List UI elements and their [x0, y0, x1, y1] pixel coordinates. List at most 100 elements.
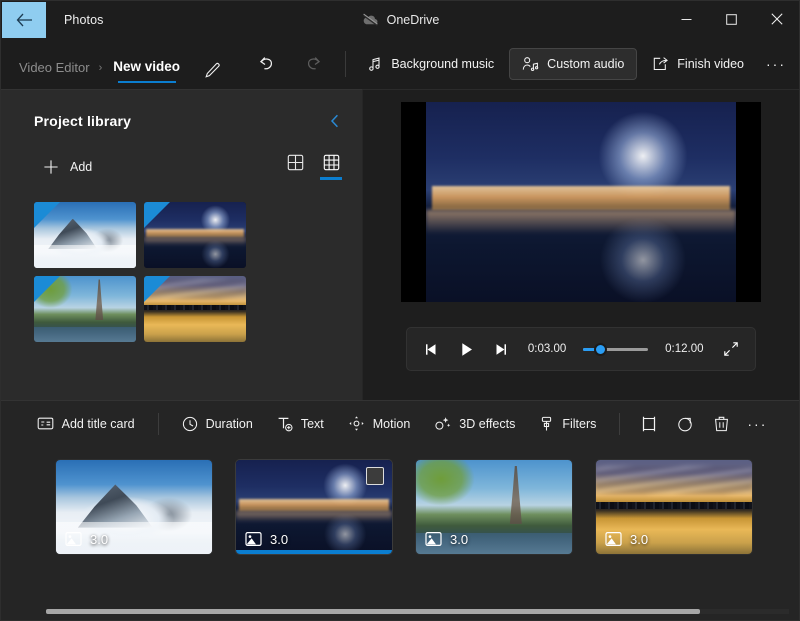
video-preview-frame-art [426, 102, 736, 302]
rotate-button[interactable] [668, 409, 702, 439]
undo-button[interactable] [251, 49, 281, 79]
library-thumbnail-grid [1, 180, 341, 342]
storyboard-horizontal-scrollbar[interactable] [46, 609, 789, 614]
storyboard-card-badge: 3.0 [425, 531, 468, 547]
next-frame-button[interactable] [490, 336, 511, 362]
expand-diagonal-icon [723, 342, 738, 356]
storyboard-divider [619, 412, 621, 435]
rotate-icon [678, 417, 693, 431]
command-bar-divider [345, 51, 347, 77]
selection-corner-flag-icon [144, 275, 170, 302]
close-icon [770, 13, 783, 25]
maximize-button[interactable] [709, 1, 754, 37]
add-media-button[interactable]: Add [41, 155, 100, 179]
delete-trash-icon [714, 416, 728, 431]
onedrive-label: OneDrive [386, 13, 440, 27]
storyboard-card-mountain[interactable]: 3.0 [56, 460, 212, 554]
storyboard-section: Add title card Duration Text Motion 3D e… [1, 400, 799, 620]
person-audio-icon [522, 57, 539, 72]
active-tab-underline [117, 80, 176, 83]
view-small-grid-button[interactable] [320, 154, 342, 180]
library-title: Project library [34, 113, 132, 129]
total-time-label: 0:12.00 [665, 343, 704, 355]
3d-effects-button[interactable]: 3D effects [423, 409, 526, 439]
redo-button[interactable] [299, 49, 329, 79]
rename-project-button[interactable] [198, 57, 226, 83]
crop-resize-button[interactable] [632, 409, 666, 439]
fullscreen-button[interactable] [720, 336, 741, 362]
chevron-left-icon [330, 114, 338, 128]
clock-icon [182, 416, 197, 431]
maximize-icon [726, 13, 737, 25]
storyboard-card-badge: 3.0 [605, 531, 648, 547]
storyboard-card-eiffel[interactable]: 3.0 [416, 460, 572, 554]
video-preview-content [426, 102, 736, 302]
minimize-icon [681, 18, 692, 20]
next-frame-icon [496, 343, 507, 355]
3d-effects-label: 3D effects [459, 416, 516, 431]
storyboard-card-badge: 3.0 [65, 531, 108, 547]
cloud-offline-icon[interactable] [361, 13, 380, 27]
selection-corner-flag-icon [34, 275, 60, 302]
breadcrumb-new-video: New video [113, 58, 181, 74]
video-preview[interactable] [401, 102, 761, 302]
filters-button[interactable]: Filters [528, 409, 607, 439]
custom-audio-label: Custom audio [547, 57, 625, 71]
collapse-library-button[interactable] [322, 108, 348, 134]
library-view-toggles [284, 154, 342, 180]
upper-section: Project library Add 0:03.00 0:12.00 [1, 89, 799, 400]
storyboard-card-checkbox[interactable] [366, 467, 384, 485]
photo-icon [65, 532, 82, 547]
back-button[interactable] [2, 2, 46, 38]
finish-video-button[interactable]: Finish video [639, 48, 757, 80]
minimize-button[interactable] [664, 1, 709, 37]
music-note-icon [369, 57, 380, 71]
storyboard-card-selected-indicator [236, 550, 392, 554]
view-large-underline [284, 177, 306, 180]
playback-slider[interactable] [583, 342, 649, 356]
custom-audio-button[interactable]: Custom audio [509, 48, 638, 80]
play-button[interactable] [456, 336, 477, 362]
command-bar: Video Editor › New video Background musi… [1, 39, 799, 89]
scrollbar-thumb[interactable] [46, 609, 700, 614]
storyboard-card-duration: 3.0 [450, 531, 469, 547]
slider-thumb[interactable] [594, 342, 608, 356]
breadcrumb-video-editor[interactable]: Video Editor [13, 60, 96, 89]
breadcrumb: Video Editor › New video [1, 39, 226, 89]
background-music-label: Background music [391, 57, 495, 71]
title-card-icon [37, 417, 53, 430]
pencil-icon [204, 62, 220, 78]
storyboard-divider [157, 412, 159, 435]
add-title-card-label: Add title card [61, 416, 135, 431]
play-icon [461, 342, 472, 356]
add-title-card-button[interactable]: Add title card [26, 409, 146, 439]
selection-corner-flag-icon [144, 201, 170, 228]
storyboard-card-duration: 3.0 [90, 531, 109, 547]
motion-label: Motion [372, 416, 411, 431]
library-item[interactable] [144, 201, 246, 268]
delete-button[interactable] [704, 409, 738, 439]
share-export-icon [654, 57, 669, 71]
storyboard-card-sunset[interactable]: 3.0 [596, 460, 752, 554]
breadcrumb-separator: › [98, 62, 103, 74]
view-small-underline [320, 177, 342, 180]
background-music-button[interactable]: Background music [354, 48, 507, 80]
duration-button[interactable]: Duration [171, 409, 264, 439]
library-item[interactable] [144, 275, 246, 342]
library-item[interactable] [34, 275, 136, 342]
command-bar-more-button[interactable]: ··· [759, 48, 793, 80]
storyboard-more-button[interactable]: ··· [740, 409, 774, 439]
library-item[interactable] [34, 201, 136, 268]
3d-sparkle-icon [435, 416, 451, 430]
redo-arrow-icon [308, 57, 321, 70]
view-large-grid-button[interactable] [284, 154, 306, 180]
previous-frame-button[interactable] [421, 336, 442, 362]
library-toolbar: Add [1, 134, 362, 180]
storyboard-card-dome[interactable]: 3.0 [236, 460, 392, 554]
text-button[interactable]: Text [266, 409, 335, 439]
breadcrumb-current-tab[interactable]: New video [105, 59, 188, 90]
close-button[interactable] [754, 1, 799, 37]
motion-button[interactable]: Motion [337, 409, 422, 439]
storyboard-card-badge: 3.0 [245, 531, 288, 547]
grid-view-small-icon [323, 154, 339, 171]
